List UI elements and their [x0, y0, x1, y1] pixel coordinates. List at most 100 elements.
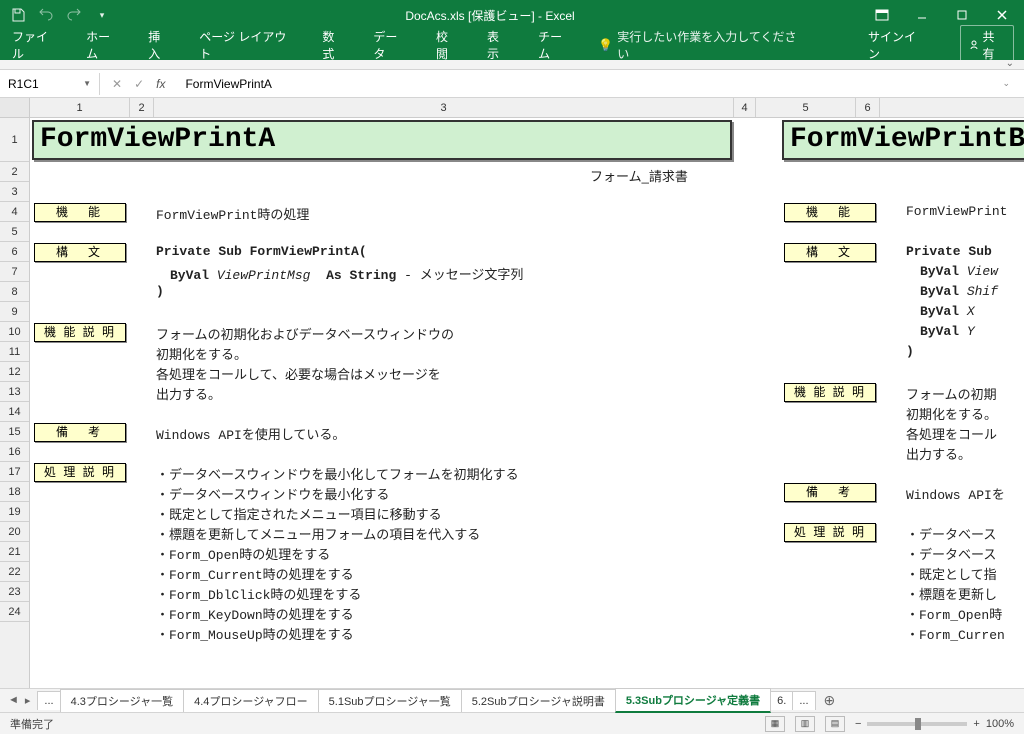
sheet-tab-more-prev[interactable]: ... — [37, 691, 60, 710]
cell-koubun-l3: ) — [156, 284, 164, 299]
view-pagebreak-icon[interactable]: ▤ — [825, 716, 845, 732]
save-icon[interactable] — [8, 5, 28, 25]
row-header[interactable]: 6 — [0, 242, 29, 262]
row-headers: 1 2 3 4 5 6 7 8 9 10 11 12 13 14 15 16 1… — [0, 118, 30, 688]
cell-koubun-r2: ByVal View — [920, 264, 998, 279]
banner-formviewprinta: FormViewPrintA — [32, 120, 732, 160]
row-header[interactable]: 15 — [0, 422, 29, 442]
ribbon-tabs: ファイル ホーム 挿入 ページ レイアウト 数式 データ 校閲 表示 チーム 💡… — [0, 30, 1024, 60]
cell-shori: ・既定として指定されたメニュー項目に移動する — [156, 504, 442, 523]
cell-shori-r: ・データベース — [906, 524, 996, 543]
row-header[interactable]: 22 — [0, 562, 29, 582]
fx-button[interactable]: fx — [156, 77, 165, 91]
row-header[interactable]: 23 — [0, 582, 29, 602]
row-header[interactable]: 20 — [0, 522, 29, 542]
col-header[interactable]: 2 — [130, 98, 154, 117]
sheet-tab-active[interactable]: 5.3Subプロシージャ定義書 — [615, 688, 771, 713]
status-ready: 準備完了 — [10, 716, 54, 732]
sheet-nav-first-icon[interactable]: ◄ — [8, 694, 19, 707]
label-shori-setsumei: 処 理 説 明 — [34, 463, 126, 482]
label-shori-setsumei-r: 処 理 説 明 — [784, 523, 876, 542]
row-header[interactable]: 4 — [0, 202, 29, 222]
qat-customize-icon[interactable]: ▾ — [92, 5, 112, 25]
cell-kinou: FormViewPrint時の処理 — [156, 204, 309, 223]
sheet-tab[interactable]: 5.2Subプロシージャ説明書 — [461, 689, 616, 712]
row-header[interactable]: 17 — [0, 462, 29, 482]
row-header[interactable]: 5 — [0, 222, 29, 242]
row-header[interactable]: 24 — [0, 602, 29, 622]
cell-shori: ・データベースウィンドウを最小化する — [156, 484, 389, 503]
cell-koubun-r5: ByVal Y — [920, 324, 975, 339]
new-sheet-button[interactable]: ⊕ — [816, 692, 844, 709]
redo-icon[interactable] — [64, 5, 84, 25]
row-header[interactable]: 1 — [0, 118, 29, 162]
row-header[interactable]: 2 — [0, 162, 29, 182]
zoom-in-icon[interactable]: + — [973, 718, 979, 730]
zoom-slider[interactable] — [867, 722, 967, 726]
cell-setsumei-l4: 出力する。 — [156, 384, 221, 403]
row-header[interactable]: 13 — [0, 382, 29, 402]
row-header[interactable]: 9 — [0, 302, 29, 322]
cell-subtitle: フォーム_請求書 — [590, 166, 688, 185]
undo-icon[interactable] — [36, 5, 56, 25]
name-box-dropdown-icon[interactable]: ▼ — [83, 79, 91, 88]
grid[interactable]: FormViewPrintA フォーム_請求書 機 能 FormViewPrin… — [30, 118, 1024, 688]
formula-expand-icon[interactable]: ⌄ — [1002, 78, 1016, 89]
select-all-corner[interactable] — [0, 98, 30, 117]
row-header[interactable]: 3 — [0, 182, 29, 202]
share-label: 共有 — [983, 28, 1005, 62]
row-header[interactable]: 7 — [0, 262, 29, 282]
sheet-tab[interactable]: 4.3プロシージャ一覧 — [60, 689, 185, 712]
close-icon[interactable] — [988, 5, 1016, 25]
sheet-tab[interactable]: 5.1Subプロシージャ一覧 — [318, 689, 462, 712]
sheet-tabs-bar: ◄ ▸ ... 4.3プロシージャ一覧 4.4プロシージャフロー 5.1Subプ… — [0, 688, 1024, 712]
col-header[interactable]: 3 — [154, 98, 734, 117]
col-header[interactable]: 5 — [756, 98, 856, 117]
zoom-value[interactable]: 100% — [986, 718, 1014, 730]
cell-shori-r: ・既定として指 — [906, 564, 997, 583]
row-header[interactable]: 19 — [0, 502, 29, 522]
cell-koubun-r4: ByVal X — [920, 304, 975, 319]
cell-setsumei-r2: 初期化をする。 — [906, 404, 997, 423]
col-header[interactable]: 6 — [856, 98, 880, 117]
cancel-formula-icon[interactable]: ✕ — [112, 77, 122, 91]
col-header[interactable]: 4 — [734, 98, 756, 117]
row-header[interactable]: 11 — [0, 342, 29, 362]
row-header[interactable]: 10 — [0, 322, 29, 342]
row-header[interactable]: 21 — [0, 542, 29, 562]
cell-shori: ・Form_MouseUp時の処理をする — [156, 624, 354, 643]
window-controls — [868, 5, 1016, 25]
formula-input[interactable]: FormViewPrintA ⌄ — [177, 77, 1024, 91]
maximize-icon[interactable] — [948, 5, 976, 25]
view-normal-icon[interactable]: ▦ — [765, 716, 785, 732]
worksheet: 1 2 3 4 5 6 1 2 3 4 5 6 7 8 9 10 11 12 1… — [0, 98, 1024, 688]
sheet-tab-next[interactable]: 6. — [770, 691, 793, 710]
row-header[interactable]: 16 — [0, 442, 29, 462]
signin-link[interactable]: サインイン — [868, 28, 926, 62]
cell-kinou-r: FormViewPrint — [906, 204, 1007, 219]
sheet-tab[interactable]: 4.4プロシージャフロー — [183, 689, 319, 712]
cell-shori-r: ・データベース — [906, 544, 996, 563]
ribbon-options-icon[interactable] — [868, 5, 896, 25]
col-header[interactable]: 1 — [30, 98, 130, 117]
name-box[interactable]: R1C1 ▼ — [0, 73, 100, 95]
cell-koubun-l2: ByVal ViewPrintMsg As String - メッセージ文字列 — [170, 264, 523, 283]
sheet-nav: ◄ ▸ — [0, 694, 38, 707]
cell-shori: ・データベースウィンドウを最小化してフォームを初期化する — [156, 464, 519, 483]
ribbon-expand-icon[interactable]: ⌄ — [1006, 58, 1014, 69]
sheet-tab-more-next[interactable]: ... — [792, 691, 815, 710]
row-header[interactable]: 8 — [0, 282, 29, 302]
sheet-nav-prev-icon[interactable]: ▸ — [25, 694, 31, 707]
row-header[interactable]: 18 — [0, 482, 29, 502]
minimize-icon[interactable] — [908, 5, 936, 25]
row-header[interactable]: 12 — [0, 362, 29, 382]
row-header[interactable]: 14 — [0, 402, 29, 422]
tell-me[interactable]: 💡 実行したい作業を入力してください — [598, 28, 800, 62]
view-pagelayout-icon[interactable]: ▥ — [795, 716, 815, 732]
zoom-out-icon[interactable]: − — [855, 718, 861, 730]
cell-koubun-l1: Private Sub FormViewPrintA( — [156, 244, 367, 259]
label-bikou: 備 考 — [34, 423, 126, 442]
zoom-control: − + 100% — [855, 718, 1014, 730]
lightbulb-icon: 💡 — [598, 38, 613, 52]
enter-formula-icon[interactable]: ✓ — [134, 77, 144, 91]
